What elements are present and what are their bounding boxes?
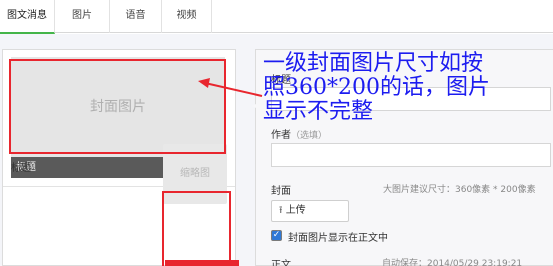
annotation-arrow — [198, 78, 263, 97]
annotation-text: 一级封面图片尺寸如按 照360*200的话，图片 显示不完整 — [263, 51, 490, 124]
